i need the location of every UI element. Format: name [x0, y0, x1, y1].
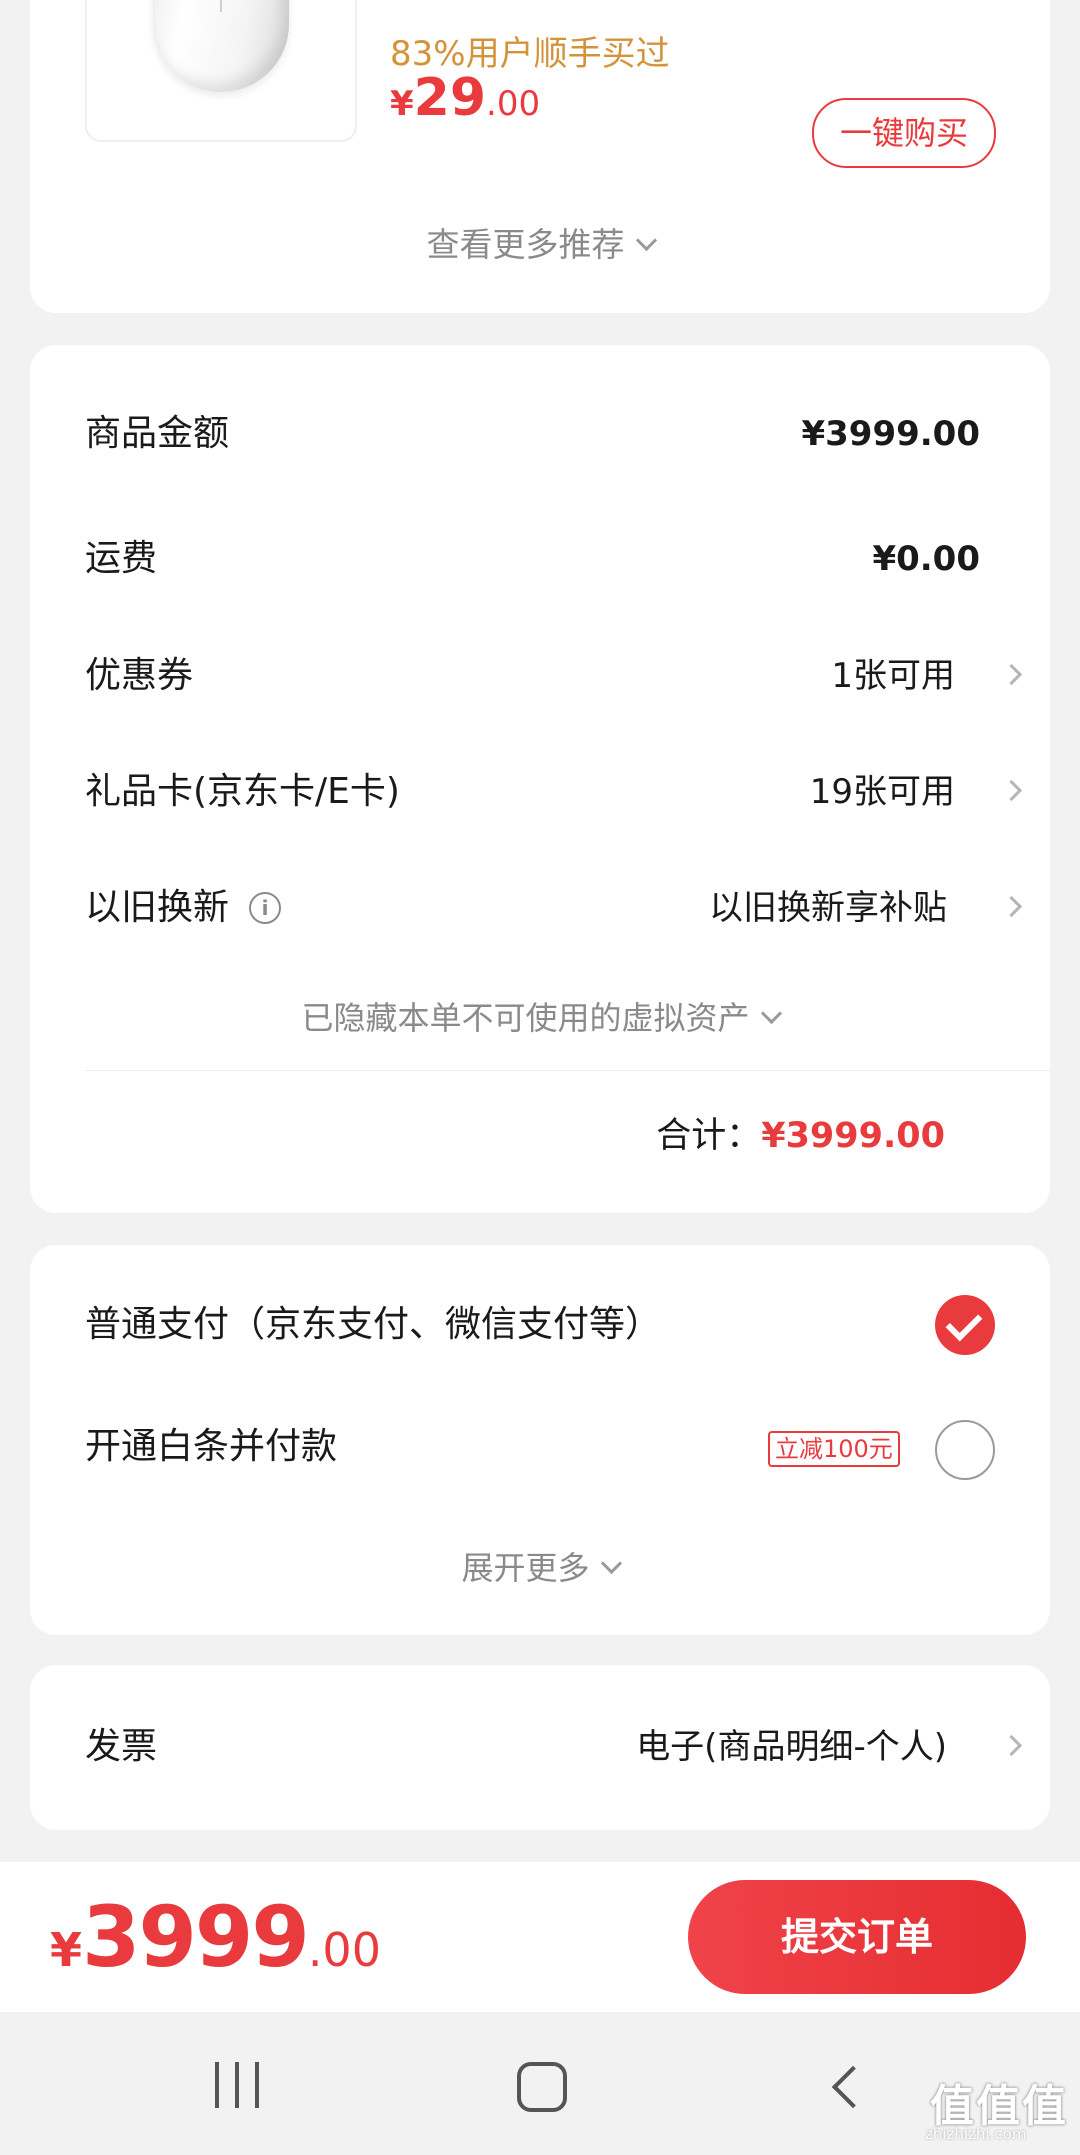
tradein-label: 以旧换新 i [85, 878, 282, 938]
discount-badge: 立减100元 [768, 1431, 900, 1467]
mouse-image [153, 0, 289, 92]
info-icon[interactable]: i [249, 892, 282, 924]
chevron-right-icon [1000, 895, 1023, 918]
order-total-value: ¥3999.00 [761, 1116, 945, 1156]
product-thumbnail[interactable] [85, 0, 357, 142]
chevron-down-icon [635, 229, 657, 252]
one-click-buy-button[interactable]: 一键购买 [812, 98, 996, 168]
invoice-label: 发票 [85, 1726, 158, 1767]
order-total-label: 合计： [656, 1116, 762, 1156]
hidden-assets-label: 已隐藏本单不可使用的虚拟资产 [301, 999, 750, 1037]
expand-more-toggle[interactable]: 展开更多 [30, 1543, 1050, 1589]
recommend-price: ¥29.00 [390, 68, 540, 128]
checkout-bar: ¥3999.00 提交订单 [0, 1862, 1080, 2012]
recommend-card: 83%用户顺手买过 ¥29.00 一键购买 查看更多推荐 [30, 0, 1050, 313]
coupon-row[interactable]: 优惠券 1张可用 [85, 646, 1025, 706]
price-symbol: ¥ [390, 84, 414, 124]
divider [85, 1070, 1050, 1071]
tradein-row[interactable]: 以旧换新 i 以旧换新享补贴 [85, 878, 1025, 938]
checkout-total-price: ¥3999.00 [50, 1888, 381, 1986]
home-icon[interactable] [517, 2062, 567, 2112]
coupon-label: 优惠券 [85, 655, 194, 696]
back-icon[interactable] [831, 2065, 875, 2109]
payment-normal-label: 普通支付（京东支付、微信支付等） [85, 1304, 662, 1345]
order-total: 合计：¥3999.00 [656, 1107, 945, 1158]
goods-amount-label: 商品金额 [85, 413, 230, 454]
more-recommend-link[interactable]: 查看更多推荐 [30, 218, 1050, 266]
price-symbol: ¥ [50, 1923, 83, 1977]
payment-option-normal[interactable]: 普通支付（京东支付、微信支付等） [85, 1295, 1025, 1355]
chevron-down-icon [760, 1002, 782, 1025]
tradein-label-text: 以旧换新 [85, 887, 230, 928]
price-integer: 29 [413, 68, 487, 128]
payment-baitiao-radio[interactable] [935, 1420, 995, 1480]
chevron-right-icon [1000, 779, 1023, 802]
tradein-value: 以旧换新享补贴 [709, 888, 947, 928]
payment-method-card: 普通支付（京东支付、微信支付等） 开通白条并付款 立减100元 展开更多 [30, 1245, 1050, 1635]
invoice-value: 电子(商品明细-个人) [636, 1727, 947, 1767]
system-nav-bar: 值值值 zhizhizhi.com [0, 2012, 1080, 2155]
coupon-value: 1张可用 [831, 656, 955, 696]
price-decimal: .00 [307, 1923, 381, 1977]
shipping-value: ¥0.00 [872, 539, 980, 579]
recent-apps-icon[interactable] [215, 2062, 265, 2108]
invoice-card: 发票 电子(商品明细-个人) [30, 1665, 1050, 1830]
chevron-right-icon [1000, 1734, 1023, 1757]
price-summary-card: 商品金额 ¥3999.00 运费 ¥0.00 优惠券 1张可用 礼品卡(京东卡/… [30, 345, 1050, 1213]
invoice-row[interactable]: 发票 电子(商品明细-个人) [85, 1717, 1025, 1777]
more-recommend-label: 查看更多推荐 [426, 225, 625, 264]
giftcard-value: 19张可用 [809, 772, 955, 812]
submit-order-button[interactable]: 提交订单 [688, 1880, 1026, 1994]
check-icon [945, 1304, 983, 1342]
goods-amount-value: ¥3999.00 [801, 414, 980, 454]
expand-more-label: 展开更多 [461, 1549, 590, 1587]
payment-normal-radio[interactable] [935, 1295, 995, 1355]
hidden-assets-toggle[interactable]: 已隐藏本单不可使用的虚拟资产 [30, 993, 1050, 1039]
chevron-right-icon [1000, 663, 1023, 686]
giftcard-row[interactable]: 礼品卡(京东卡/E卡) 19张可用 [85, 762, 1025, 822]
price-integer: 3999 [82, 1888, 310, 1986]
price-decimal: .00 [486, 84, 541, 124]
mouse-image-detail [220, 0, 222, 12]
chevron-down-icon [600, 1552, 622, 1575]
giftcard-label: 礼品卡(京东卡/E卡) [85, 771, 400, 812]
shipping-row: 运费 ¥0.00 [85, 529, 1025, 589]
shipping-label: 运费 [85, 538, 158, 579]
watermark-url: zhizhizhi.com [925, 2125, 1027, 2143]
payment-baitiao-label: 开通白条并付款 [85, 1426, 338, 1467]
goods-amount-row: 商品金额 ¥3999.00 [85, 404, 1025, 464]
